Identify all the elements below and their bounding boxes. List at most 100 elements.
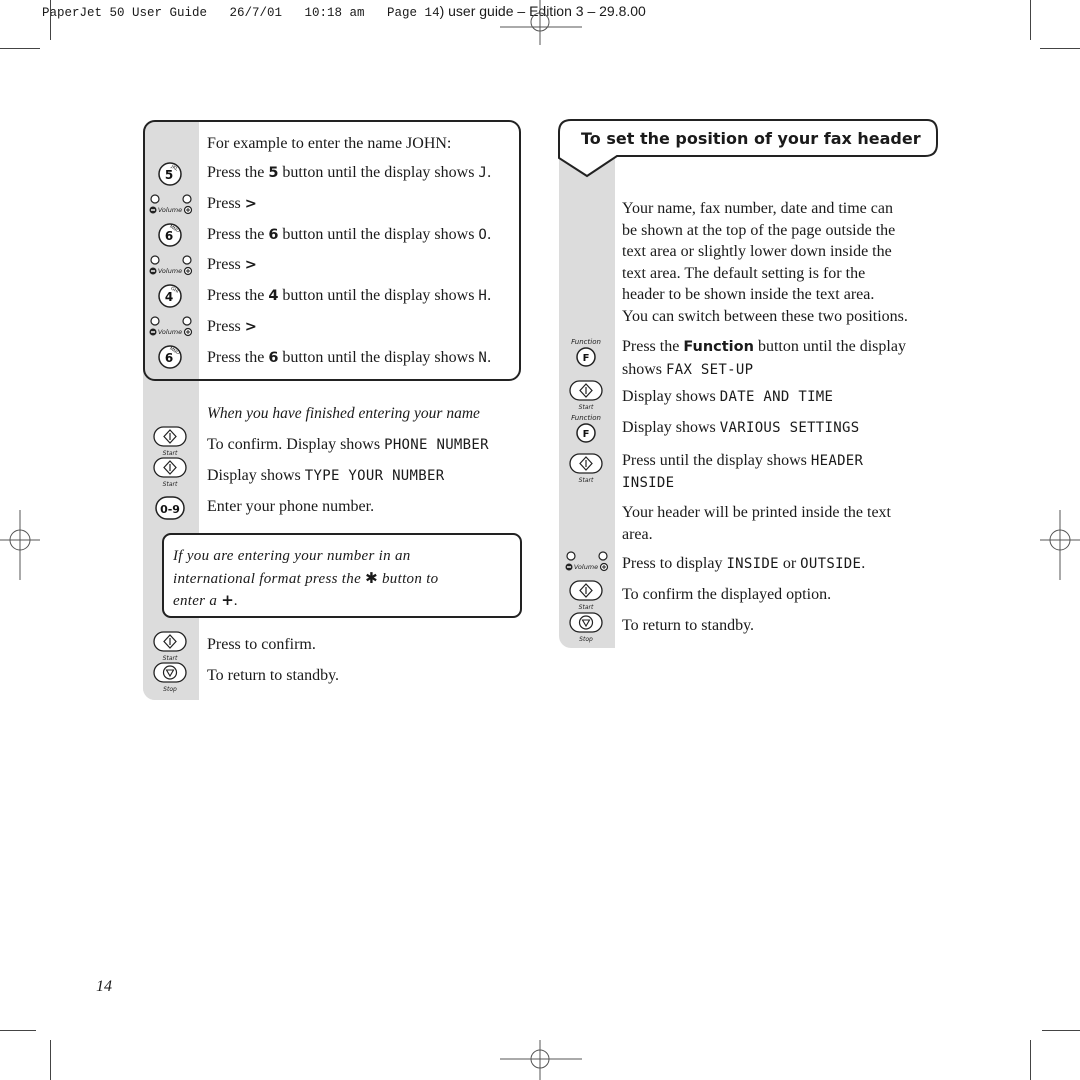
- volume-buttons-icon: Volume: [149, 316, 193, 337]
- display-text: OUTSIDE: [800, 556, 862, 572]
- display-text: PHONE NUMBER: [384, 437, 489, 453]
- paragraph-line: text area or slightly lower down inside …: [622, 243, 892, 260]
- display-text: O: [478, 227, 488, 243]
- stop-button-icon: Stop: [153, 662, 187, 693]
- step-press-5: Press the 5 button until the display sho…: [207, 164, 491, 182]
- svg-text:Function: Function: [571, 338, 601, 346]
- key-5-icon: 5 JKL: [158, 162, 182, 186]
- key-6-icon: 6 MNO: [158, 223, 182, 247]
- step-function-fax-setup: Press the Function button until the disp…: [622, 336, 906, 381]
- step-text: button until the display shows: [278, 349, 479, 366]
- paragraph-line: header to be shown inside the text area.: [622, 286, 875, 303]
- international-note: If you are entering your number in an in…: [173, 546, 438, 613]
- step-press-next: Press >: [207, 195, 257, 213]
- step-press-next: Press >: [207, 256, 257, 274]
- step-text: Display shows: [622, 419, 720, 436]
- svg-text:Start: Start: [579, 404, 594, 411]
- step-line: Press until the display shows HEADER: [622, 450, 863, 473]
- paragraph-line: Your name, fax number, date and time can: [622, 200, 893, 217]
- start-button-icon: Start: [153, 631, 187, 662]
- step-text: Press the: [207, 349, 269, 366]
- step-key: 4: [268, 288, 279, 304]
- step-text: button until the display shows: [278, 287, 479, 304]
- function-button-icon: Function F: [571, 338, 601, 367]
- step-text: Press: [207, 256, 245, 273]
- digits-button-icon: 0-9: [155, 496, 185, 520]
- slug-meta: PaperJet 50 User Guide 26/7/01 10:18 am …: [42, 6, 440, 20]
- step-key: 5: [268, 165, 279, 181]
- display-text: INSIDE: [622, 474, 675, 491]
- function-button-icon: Function F: [571, 414, 601, 443]
- step-key: >: [244, 257, 257, 273]
- header-inside-note: Your header will be printed inside the t…: [622, 502, 891, 545]
- section-heading: To set the position of your fax header: [581, 129, 921, 148]
- svg-text:F: F: [583, 429, 590, 440]
- step-key: >: [244, 319, 257, 335]
- step-key: 6: [268, 350, 279, 366]
- display-text: J: [478, 165, 488, 181]
- paragraph-line: text area. The default setting is for th…: [622, 264, 866, 282]
- registration-mark-right: [1040, 510, 1080, 580]
- step-key: 6: [268, 227, 279, 243]
- step-text: Press: [207, 318, 245, 335]
- step-text: Press the: [207, 287, 269, 304]
- svg-text:Start: Start: [163, 481, 178, 488]
- svg-text:Start: Start: [163, 655, 178, 662]
- step-text: Press to display: [622, 555, 727, 572]
- svg-text:Start: Start: [163, 450, 178, 457]
- note-text: enter a: [173, 593, 222, 609]
- step-enter-number: Enter your phone number.: [207, 498, 375, 515]
- step-confirm-option: To confirm the displayed option.: [622, 586, 832, 603]
- display-text: N: [478, 350, 488, 366]
- volume-buttons-icon: Volume: [565, 551, 609, 572]
- step-text: button until the display: [753, 338, 906, 355]
- step-press-confirm: Press to confirm.: [207, 636, 316, 653]
- step-text: Press the: [207, 164, 269, 181]
- start-button-icon: Start: [153, 426, 187, 457]
- registration-mark-left: [0, 510, 40, 580]
- punct: .: [487, 349, 492, 366]
- display-text: FAX SET-UP: [666, 361, 754, 378]
- step-text: Display shows: [207, 467, 305, 484]
- display-text: DATE AND TIME: [719, 389, 834, 405]
- step-text: Press the: [207, 226, 269, 243]
- plus-symbol-icon: +: [221, 591, 235, 609]
- start-button-icon: Start: [569, 453, 603, 484]
- svg-text:Stop: Stop: [579, 636, 593, 643]
- start-button-icon: Start: [153, 457, 187, 488]
- key-4-icon: 4 GHI: [158, 284, 182, 308]
- svg-text:Function: Function: [571, 414, 601, 422]
- step-press-6: Press the 6 button until the display sho…: [207, 226, 491, 244]
- note-text: international format press the: [173, 570, 366, 587]
- paragraph-line: be shown at the top of the page outside …: [622, 221, 896, 239]
- step-text: shows: [622, 360, 667, 378]
- step-text: Press the: [622, 338, 684, 355]
- step-text: Press: [207, 195, 245, 212]
- step-key: >: [244, 196, 257, 212]
- note-text: button to: [377, 570, 439, 587]
- section-heading-callout: [558, 119, 938, 178]
- display-text: TYPE YOUR NUMBER: [304, 468, 445, 484]
- step-type-number: Display shows TYPE YOUR NUMBER: [207, 467, 444, 485]
- step-text: To confirm. Display shows: [207, 436, 385, 453]
- step-header-inside: Press until the display shows HEADER INS…: [622, 450, 863, 494]
- step-press-4: Press the 4 button until the display sho…: [207, 287, 491, 305]
- step-key: Function: [683, 339, 754, 355]
- finished-heading: When you have finished entering your nam…: [207, 405, 480, 422]
- step-text: Press until the display shows: [622, 452, 811, 469]
- step-text: button until the display shows: [278, 164, 479, 181]
- start-button-icon: Start: [569, 380, 603, 411]
- page-number: 14: [96, 978, 112, 995]
- step-press-next: Press >: [207, 318, 257, 336]
- start-button-icon: Start: [569, 580, 603, 611]
- note-line: Your header will be printed inside the t…: [622, 504, 891, 521]
- stop-button-icon: Stop: [569, 612, 603, 643]
- note-line: enter a +.: [173, 590, 438, 613]
- step-text: or: [778, 555, 801, 572]
- step-confirm-phone: To confirm. Display shows PHONE NUMBER: [207, 436, 489, 454]
- step-text: Display shows: [622, 388, 720, 405]
- example-intro: For example to enter the name JOHN:: [207, 135, 452, 152]
- step-press-6: Press the 6 button until the display sho…: [207, 349, 491, 367]
- punct: .: [861, 555, 866, 572]
- step-various-settings: Display shows VARIOUS SETTINGS: [622, 419, 859, 437]
